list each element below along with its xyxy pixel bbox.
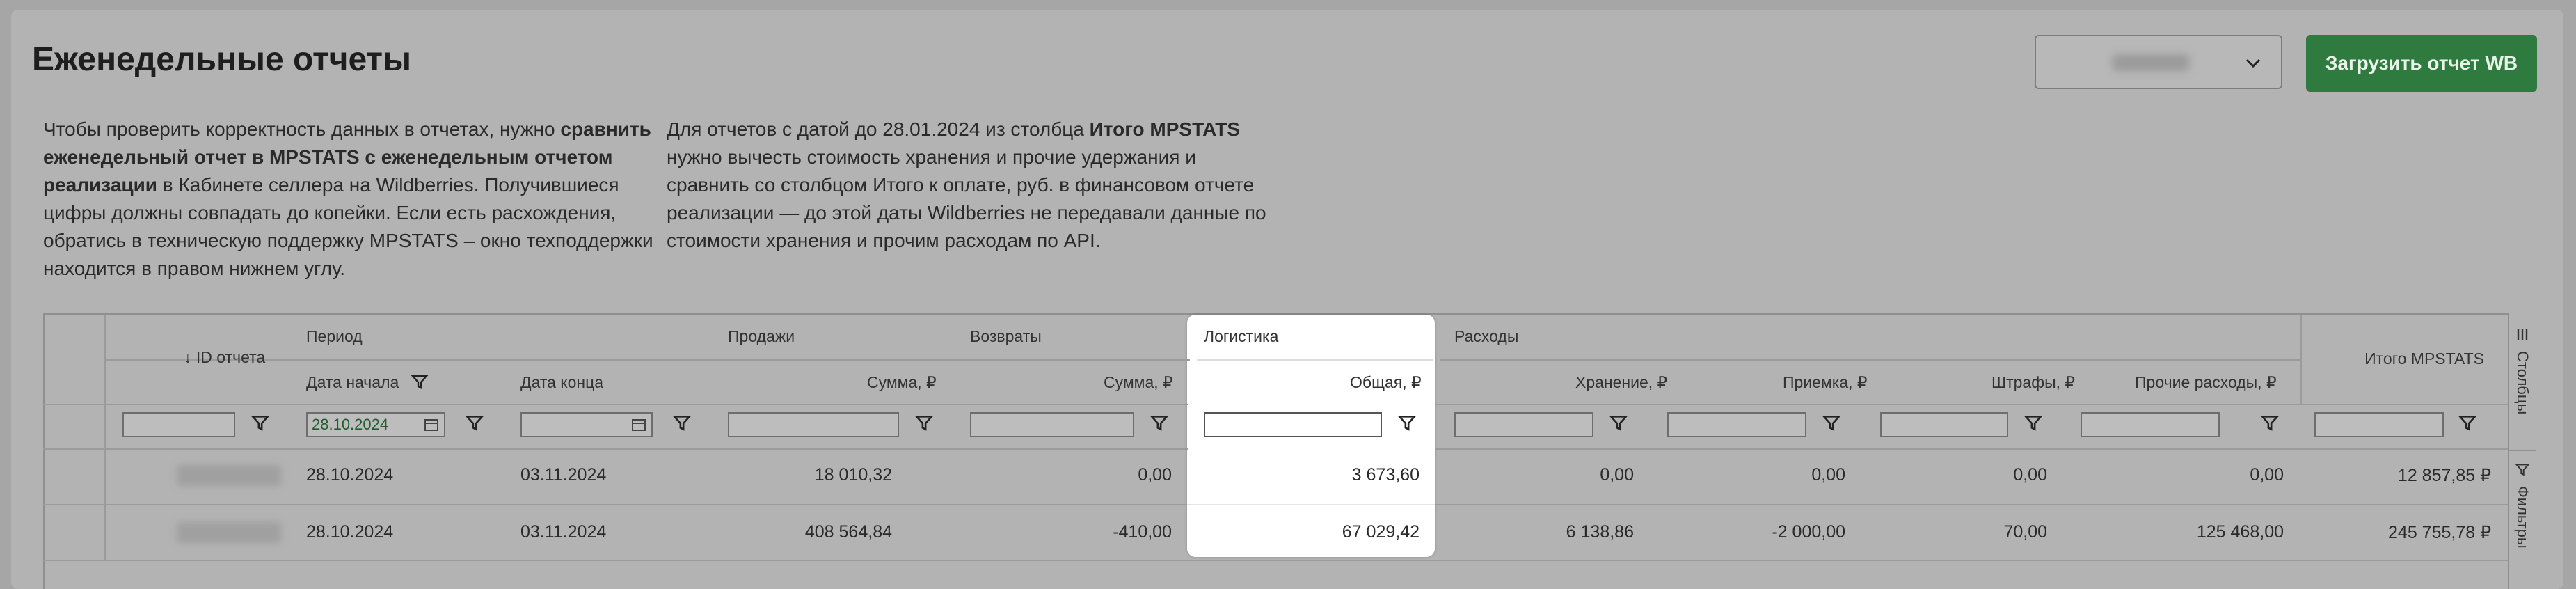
col-header-other[interactable]: Прочие расходы, ₽ [2135, 373, 2277, 392]
info-right-text-2: нужно вычесть стоимость хранения и прочи… [667, 146, 1266, 251]
divider [2300, 315, 2302, 404]
filter-active-icon[interactable] [411, 373, 429, 395]
group-header-returns: Возвраты [970, 327, 1042, 345]
chevron-down-icon [2243, 53, 2263, 77]
cell-other: 125 468,00 [2196, 522, 2284, 542]
account-select[interactable] [2035, 35, 2282, 89]
cell-date-end: 03.11.2024 [520, 465, 607, 485]
group-header-logistics: Логистика [1204, 327, 1279, 345]
divider [104, 359, 1190, 361]
filters-tab-label: Фильтры [2514, 486, 2531, 549]
filter-icon[interactable] [251, 414, 271, 434]
filter-icon[interactable] [1150, 414, 1170, 434]
cell-other: 0,00 [2250, 465, 2284, 485]
filter-date-start-value: 28.10.2024 [312, 416, 389, 433]
divider [43, 504, 1188, 505]
cell-fines: 0,00 [2013, 465, 2047, 485]
divider [1435, 448, 2508, 450]
filter-icon[interactable] [1397, 414, 1418, 434]
divider [2509, 450, 2536, 451]
filter-icon[interactable] [914, 414, 935, 434]
filter-returns-input[interactable] [970, 412, 1134, 437]
divider [1435, 404, 2508, 405]
calendar-icon[interactable] [630, 416, 647, 437]
filter-icon[interactable] [1822, 414, 1843, 434]
filter-id-input[interactable] [122, 412, 235, 437]
calendar-icon[interactable] [423, 416, 440, 437]
divider [1440, 359, 2300, 361]
group-header-sales: Продажи [728, 327, 795, 345]
filter-fines-input[interactable] [1880, 412, 2008, 437]
cell-storage: 0,00 [1600, 465, 1634, 485]
divider [1435, 504, 2508, 505]
cell-date-start: 28.10.2024 [306, 465, 394, 485]
col-header-date-start[interactable]: Дата начала [306, 373, 399, 392]
col-header-id[interactable]: ↓ ID отчета [184, 348, 265, 367]
report-id-redacted [177, 522, 281, 543]
report-id-redacted [177, 465, 281, 486]
divider [1187, 504, 1435, 505]
col-header-date-end[interactable]: Дата конца [520, 373, 603, 392]
group-header-expenses: Расходы [1454, 327, 1519, 345]
filter-storage-input[interactable] [1454, 412, 1593, 437]
filter-other-input[interactable] [2081, 412, 2220, 437]
columns-tab-label: Столбцы [2514, 351, 2531, 415]
cell-storage: 6 138,86 [1566, 522, 1634, 542]
page-title: Еженедельные отчеты [32, 41, 412, 78]
divider [43, 448, 1188, 450]
filter-icon[interactable] [465, 414, 486, 434]
cell-logistics: 67 029,42 [1342, 522, 1420, 542]
account-select-value [2113, 54, 2189, 71]
cell-returns: -410,00 [1113, 522, 1172, 542]
info-left: Чтобы проверить корректность данных в от… [43, 116, 655, 283]
cell-sales: 408 564,84 [804, 522, 892, 542]
col-header-fines[interactable]: Штрафы, ₽ [1991, 373, 2075, 392]
info-left-text-1: Чтобы проверить корректность данных в от… [43, 118, 561, 140]
filter-icon[interactable] [2024, 414, 2044, 434]
cell-date-end: 03.11.2024 [520, 522, 607, 542]
columns-icon [2515, 327, 2530, 346]
cell-total: 245 755,78 ₽ [2388, 523, 2491, 542]
cell-logistics: 3 673,60 [1351, 465, 1420, 485]
info-right: Для отчетов с датой до 28.01.2024 из сто… [667, 116, 1279, 255]
filters-tab[interactable]: Фильтры [2509, 462, 2536, 588]
divider [1197, 359, 1433, 361]
filter-icon[interactable] [672, 414, 693, 434]
info-right-bold: Итого MPSTATS [1089, 118, 1241, 140]
divider [104, 315, 106, 560]
col-header-storage[interactable]: Хранение, ₽ [1575, 373, 1667, 392]
cell-date-start: 28.10.2024 [306, 522, 394, 542]
filter-icon[interactable] [1609, 414, 1630, 434]
filter-icon[interactable] [2260, 414, 2281, 434]
cell-acceptance: -2 000,00 [1772, 522, 1845, 542]
filter-date-end-input[interactable] [520, 412, 653, 437]
cell-returns: 0,00 [1138, 465, 1172, 485]
side-panel: Столбцы Фильтры [2508, 313, 2536, 589]
upload-report-button[interactable]: Загрузить отчет WB [2306, 35, 2537, 92]
col-header-returns-sum[interactable]: Сумма, ₽ [1104, 373, 1173, 392]
group-header-period: Период [306, 327, 363, 345]
columns-tab[interactable]: Столбцы [2509, 327, 2536, 450]
cell-sales: 18 010,32 [814, 465, 892, 485]
cell-acceptance: 0,00 [1811, 465, 1845, 485]
filter-icon [2515, 462, 2530, 481]
divider [43, 404, 1188, 405]
filter-date-start-input[interactable]: 28.10.2024 [306, 412, 445, 437]
info-right-text-1: Для отчетов с датой до 28.01.2024 из сто… [667, 118, 1090, 140]
col-header-acceptance[interactable]: Приемка, ₽ [1783, 373, 1868, 392]
cell-total: 12 857,85 ₽ [2397, 466, 2491, 485]
filter-acceptance-input[interactable] [1667, 412, 1806, 437]
filter-logistics-input[interactable] [1204, 412, 1382, 437]
cell-fines: 70,00 [2003, 522, 2047, 542]
divider [43, 560, 2508, 561]
filter-sales-input[interactable] [728, 412, 899, 437]
col-header-total[interactable]: Итого MPSTATS [2364, 350, 2484, 368]
col-header-logistics-total[interactable]: Общая, ₽ [1350, 373, 1422, 392]
col-header-sales-sum[interactable]: Сумма, ₽ [867, 373, 937, 392]
filter-icon[interactable] [2458, 414, 2479, 434]
filter-total-input[interactable] [2314, 412, 2444, 437]
